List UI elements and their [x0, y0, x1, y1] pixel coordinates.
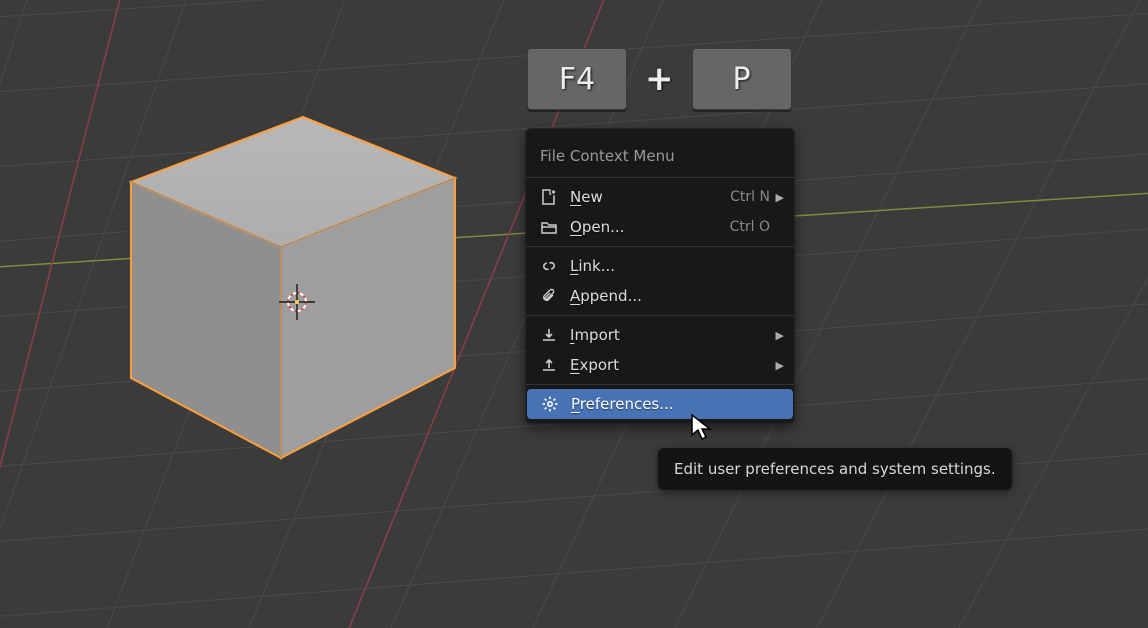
plus-icon: + — [645, 59, 674, 99]
menu-item-import[interactable]: Import ▶ — [526, 320, 794, 350]
submenu-arrow-icon: ▶ — [774, 359, 784, 372]
menu-item-open[interactable]: Open... Ctrl O — [526, 212, 794, 242]
keycap-f4: F4 — [527, 48, 627, 110]
menu-label: Link... — [570, 257, 770, 275]
folder-icon — [540, 218, 558, 236]
menu-label: Preferences... — [571, 395, 769, 413]
menu-separator — [526, 246, 794, 247]
menu-item-preferences[interactable]: Preferences... — [527, 389, 793, 419]
gear-icon — [541, 395, 559, 413]
viewport-3d[interactable]: F4 + P File Context Menu New Ctrl N ▶ Op… — [0, 0, 1148, 628]
submenu-arrow-icon: ▶ — [774, 329, 784, 342]
menu-shortcut: Ctrl O — [730, 219, 770, 235]
submenu-arrow-icon: ▶ — [774, 191, 784, 204]
new-file-icon — [540, 188, 558, 206]
link-icon — [540, 257, 558, 275]
menu-item-new[interactable]: New Ctrl N ▶ — [526, 182, 794, 212]
menu-label: Export — [570, 356, 770, 374]
menu-label: Import — [570, 326, 770, 344]
keycap-p: P — [692, 48, 792, 110]
import-icon — [540, 326, 558, 344]
shortcut-hint: F4 + P — [527, 48, 792, 110]
menu-shortcut: Ctrl N — [730, 189, 770, 205]
export-icon — [540, 356, 558, 374]
menu-label: New — [570, 188, 730, 206]
menu-title: File Context Menu — [526, 133, 794, 173]
menu-item-export[interactable]: Export ▶ — [526, 350, 794, 380]
menu-label: Append... — [570, 287, 770, 305]
paperclip-icon — [540, 287, 558, 305]
tooltip: Edit user preferences and system setting… — [658, 448, 1012, 490]
menu-separator — [526, 384, 794, 385]
menu-label: Open... — [570, 218, 730, 236]
menu-separator — [526, 315, 794, 316]
menu-separator — [526, 177, 794, 178]
menu-item-append[interactable]: Append... — [526, 281, 794, 311]
menu-item-link[interactable]: Link... — [526, 251, 794, 281]
file-context-menu: File Context Menu New Ctrl N ▶ Open... C… — [525, 128, 795, 424]
